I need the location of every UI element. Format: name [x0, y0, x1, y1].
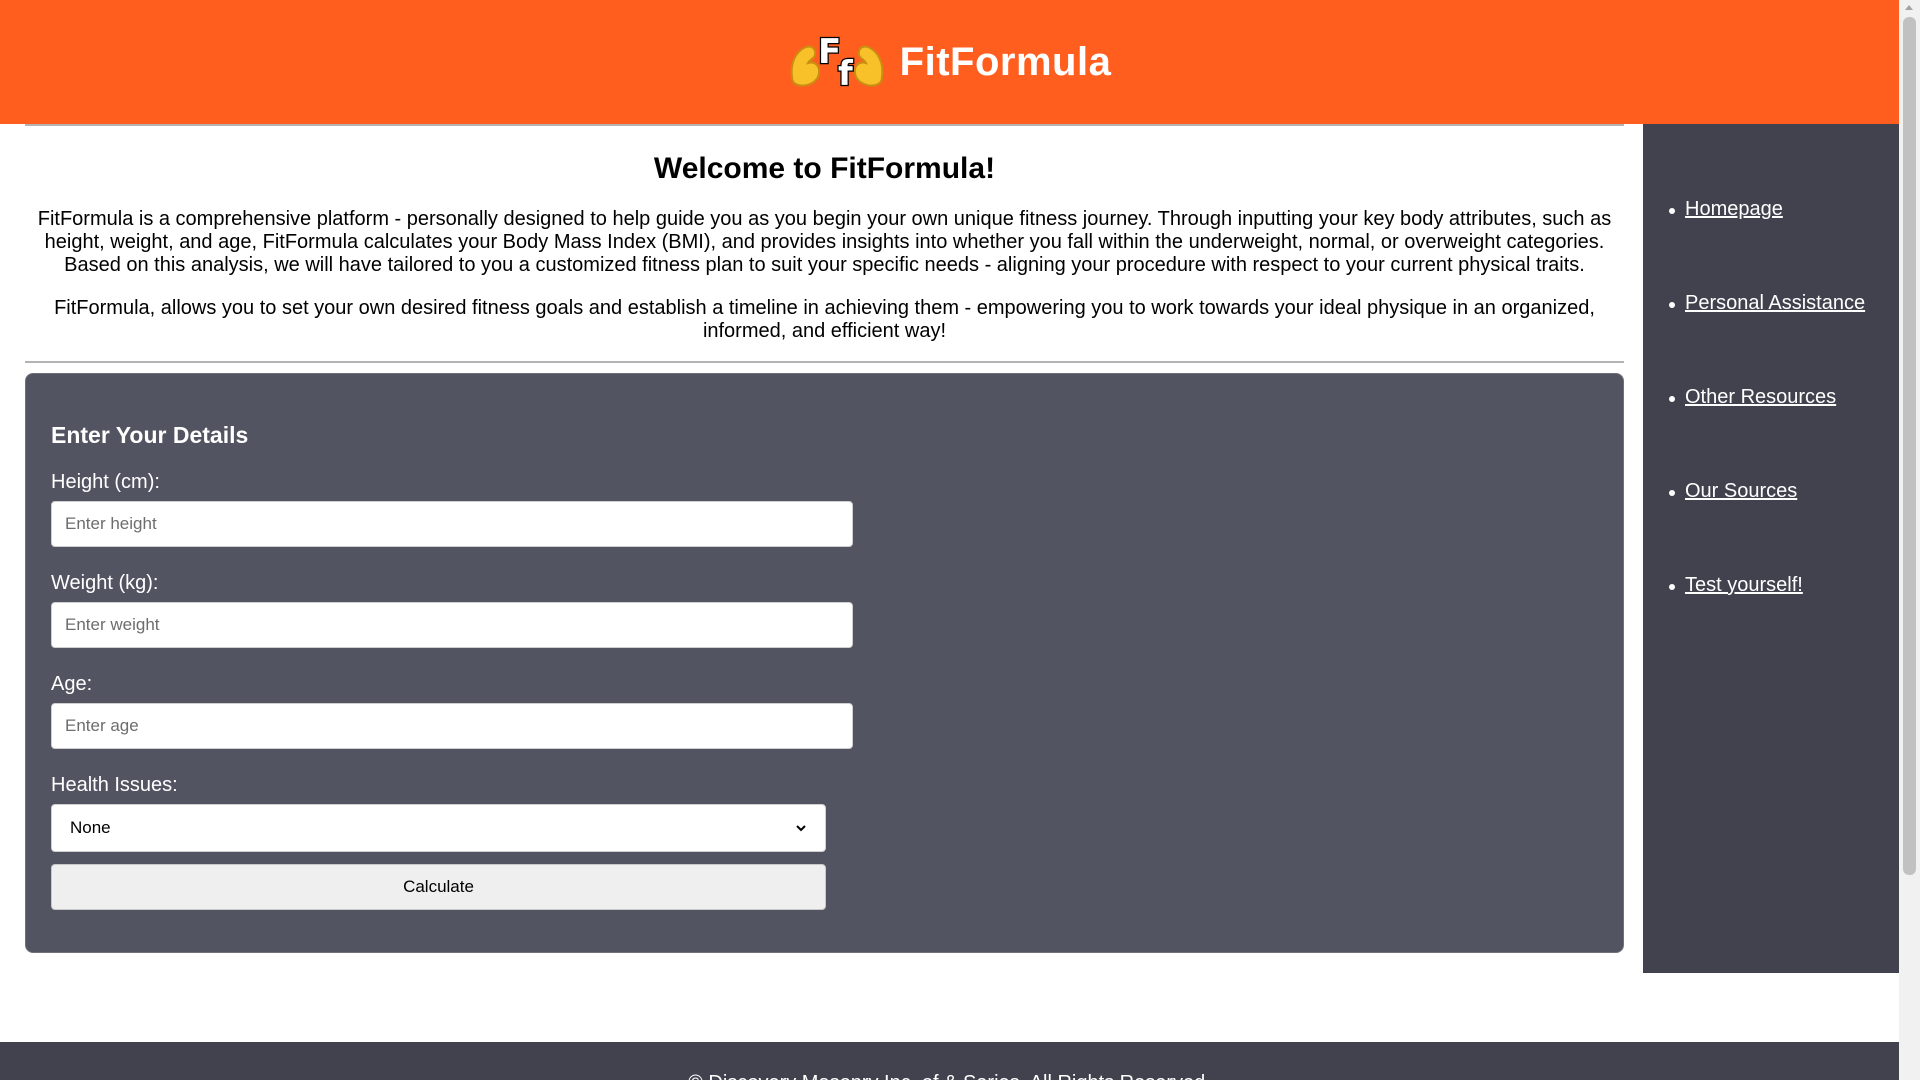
brand[interactable]: F f FitFormula [788, 33, 1112, 91]
intro-paragraph: FitFormula is a comprehensive platform -… [37, 208, 1612, 276]
sidebar-link-test-yourself[interactable]: Test yourself! [1685, 574, 1803, 596]
bullet-icon [1669, 396, 1675, 402]
sidebar-link-our-sources[interactable]: Our Sources [1685, 480, 1797, 502]
site-header: F f FitFormula [0, 0, 1899, 124]
bullet-icon [1669, 208, 1675, 214]
intro-text: FitFormula is a comprehensive platform -… [25, 208, 1624, 343]
calculate-button[interactable]: Calculate [51, 864, 826, 910]
chevron-down-icon [796, 825, 806, 832]
vertical-scrollbar[interactable] [1899, 0, 1920, 1080]
weight-label: Weight (kg): [51, 572, 159, 594]
footer-copyright: © Discovery Masonry Inc. of & Series. Al… [0, 1072, 1899, 1080]
flexing-arms-logo-icon: F f [790, 33, 884, 91]
form-title: Enter Your Details [51, 422, 249, 448]
divider-bottom [25, 361, 1624, 363]
sidebar-item-our-sources: Our Sources [1669, 480, 1865, 574]
bullet-icon [1669, 584, 1675, 590]
sidebar-item-test-yourself: Test yourself! [1669, 574, 1865, 668]
page: F f FitFormula Welcome to FitFormula! Fi… [0, 0, 1920, 1080]
bullet-icon [1669, 302, 1675, 308]
page-title: Welcome to FitFormula! [653, 152, 996, 185]
sidebar-link-personal-assistance[interactable]: Personal Assistance [1685, 292, 1865, 314]
sidebar-list: Homepage Personal Assistance Other Resou… [1669, 198, 1865, 668]
sidebar-nav: Homepage Personal Assistance Other Resou… [1643, 124, 1899, 973]
sidebar-link-other-resources[interactable]: Other Resources [1685, 386, 1836, 408]
bullet-icon [1669, 490, 1675, 496]
svg-text:f: f [838, 54, 854, 91]
health-issues-selected-value: None [70, 818, 111, 837]
divider-top [25, 124, 1624, 126]
height-label: Height (cm): [51, 471, 160, 493]
health-issues-select[interactable]: None [51, 804, 826, 852]
main-content: Welcome to FitFormula! FitFormula is a c… [25, 124, 1624, 953]
height-input[interactable] [51, 501, 853, 547]
sidebar-item-personal-assistance: Personal Assistance [1669, 292, 1865, 386]
age-input[interactable] [51, 703, 853, 749]
age-label: Age: [51, 673, 93, 695]
sidebar-item-other-resources: Other Resources [1669, 386, 1865, 480]
sidebar-link-homepage[interactable]: Homepage [1685, 198, 1783, 220]
site-footer: © Discovery Masonry Inc. of & Series. Al… [0, 1042, 1899, 1080]
health-issues-label: Health Issues: [51, 774, 178, 796]
scroll-up-arrow-icon[interactable] [1905, 5, 1913, 10]
sidebar-item-homepage: Homepage [1669, 198, 1865, 292]
scrollbar-thumb[interactable] [1903, 17, 1916, 875]
details-form: Enter Your Details Height (cm): Weight (… [25, 373, 1624, 953]
intro-paragraph: FitFormula, allows you to set your own d… [54, 297, 1595, 342]
brand-name: FitFormula [899, 39, 1112, 84]
weight-input[interactable] [51, 602, 853, 648]
